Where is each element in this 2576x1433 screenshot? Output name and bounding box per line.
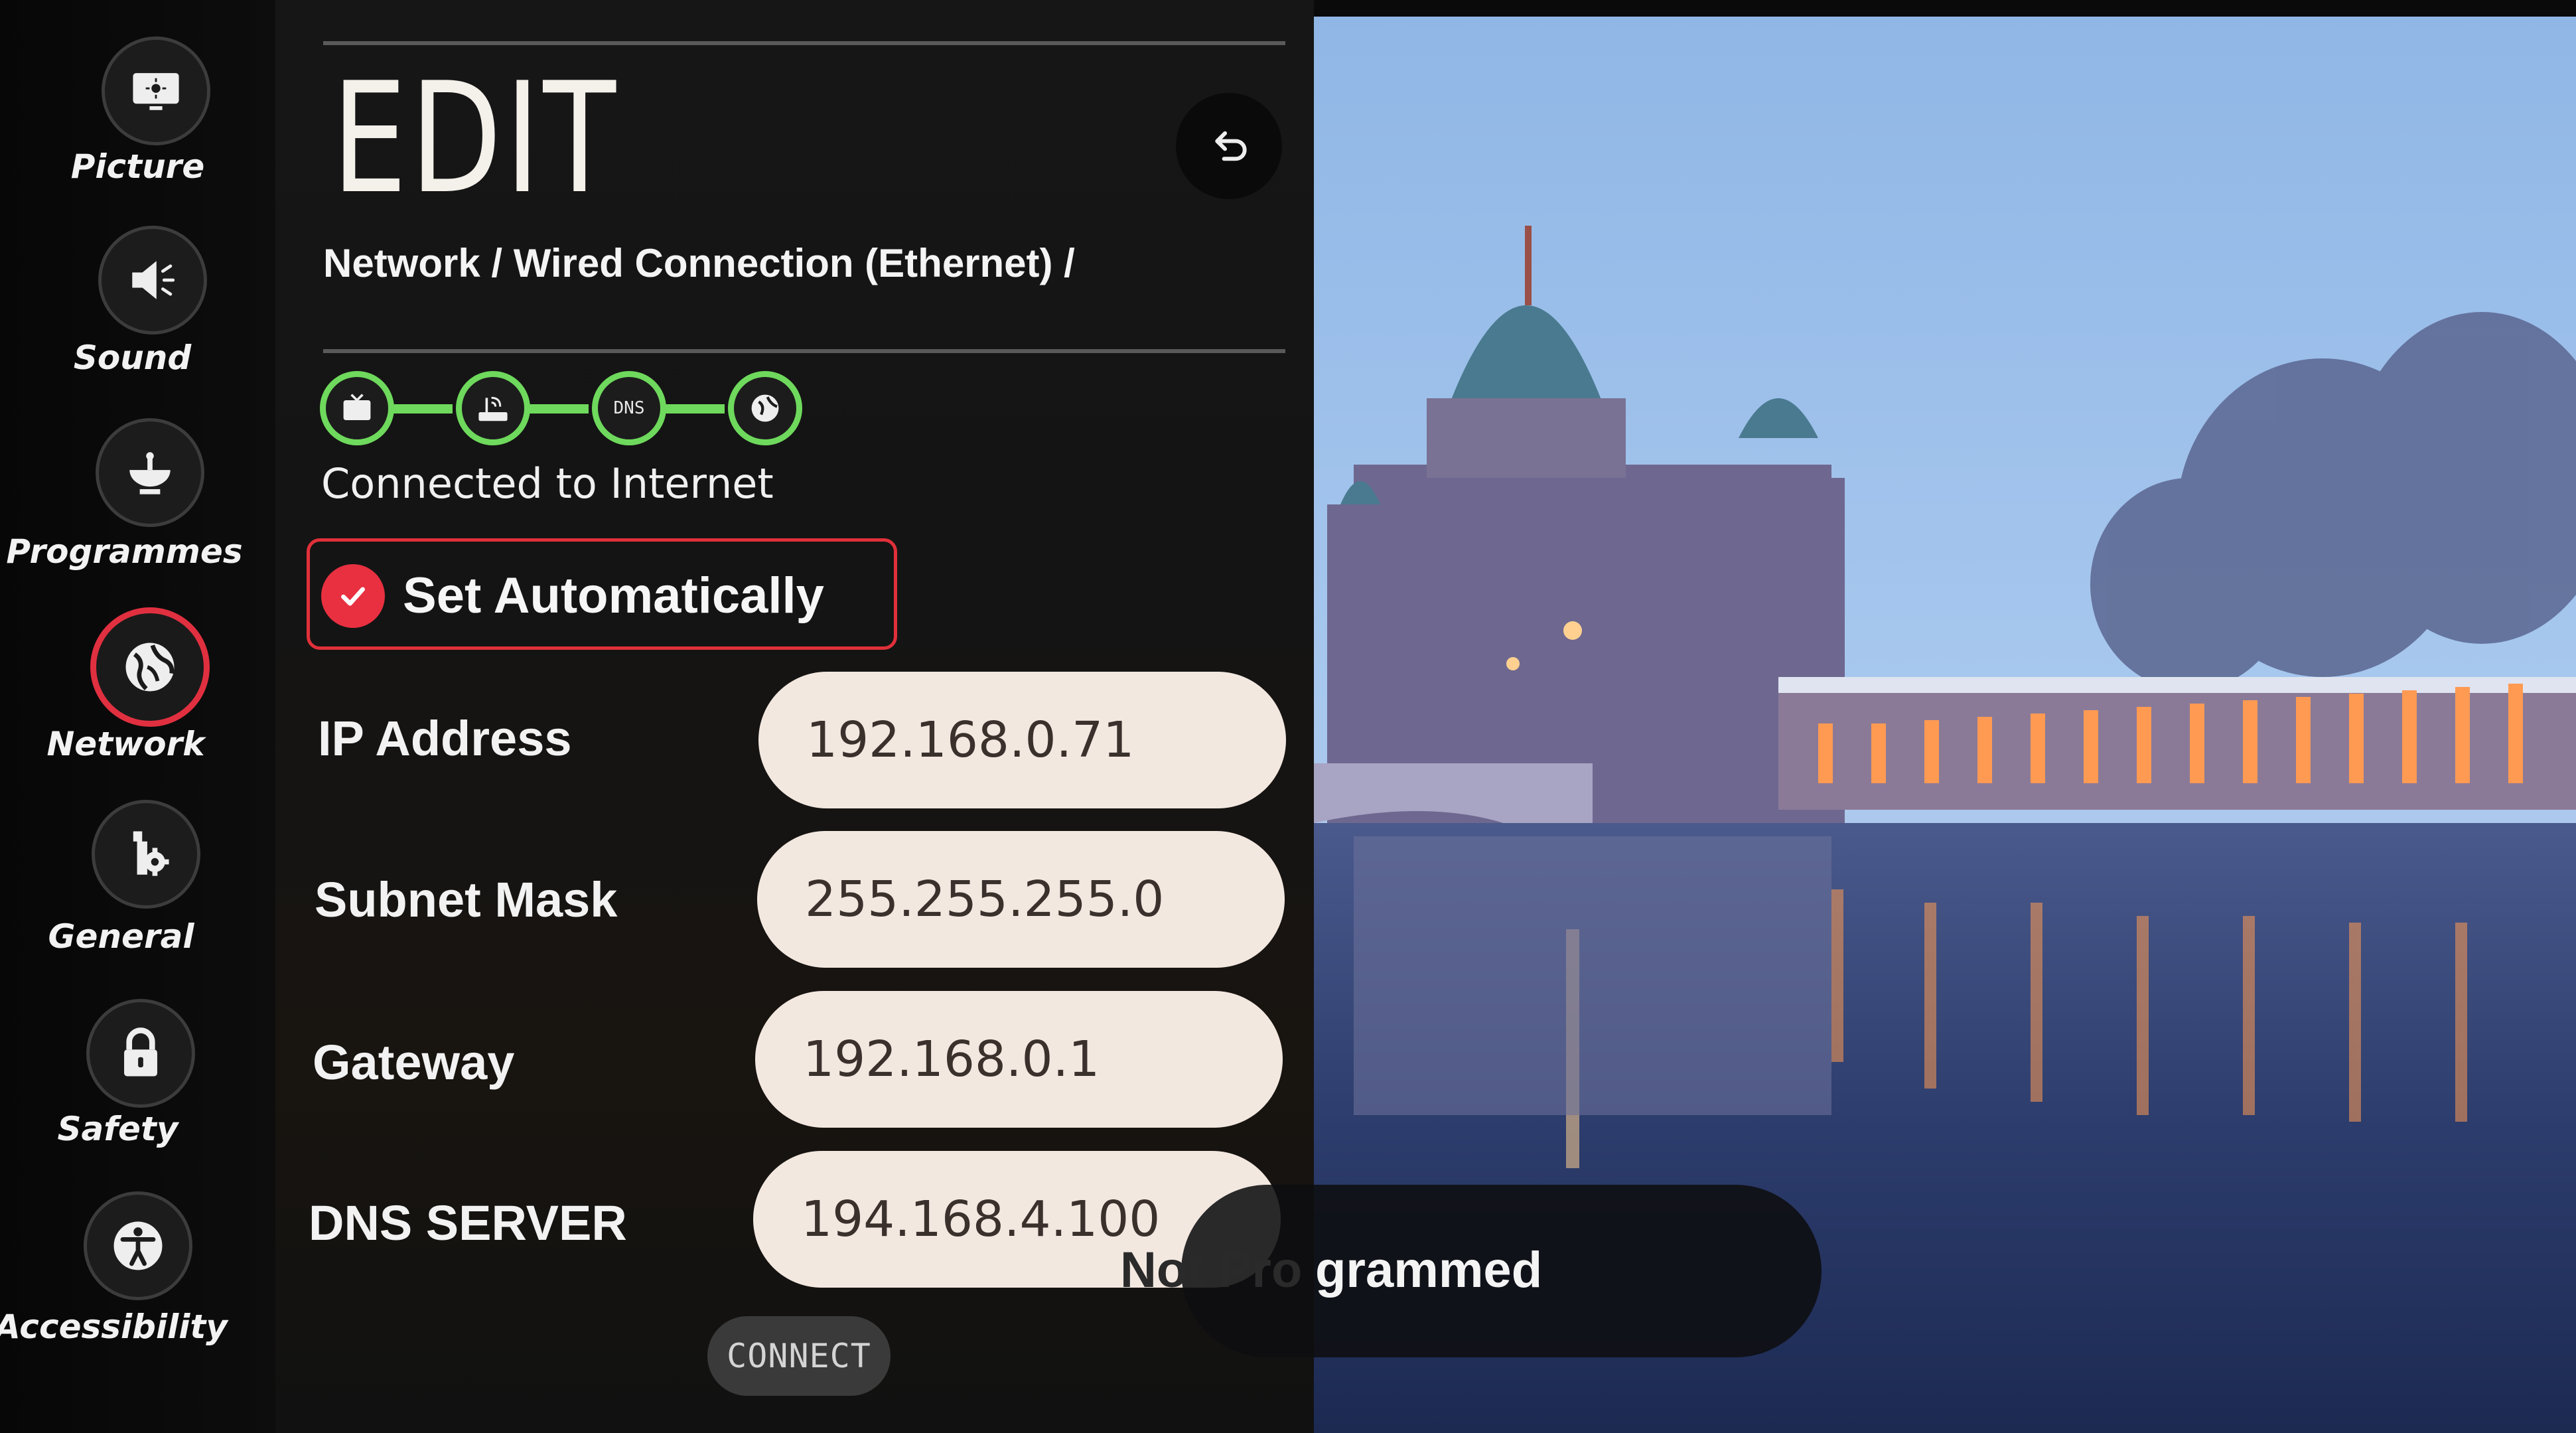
router-icon <box>478 396 508 421</box>
sidebar-item-picture[interactable]: Picture <box>0 0 275 192</box>
section-divider <box>323 349 1285 353</box>
sidebar-item-programmes[interactable]: Programmes <box>0 385 275 577</box>
tv-icon <box>343 394 371 420</box>
status-link <box>528 404 589 414</box>
tv-status-node <box>320 371 394 445</box>
globe-icon <box>90 607 210 727</box>
status-link <box>664 404 725 414</box>
sidebar-item-label: Network <box>46 725 205 763</box>
sidebar-item-accessibility[interactable]: Accessibility <box>0 1155 275 1367</box>
speaker-icon <box>98 226 207 335</box>
set-automatically-label: Set Automatically <box>403 567 824 624</box>
sidebar-item-safety[interactable]: Safety <box>0 962 275 1155</box>
check-icon <box>321 564 385 628</box>
wrench-gear-icon <box>92 800 200 909</box>
sidebar-item-network[interactable]: Network <box>0 577 275 770</box>
toast-text: grammed <box>1315 1242 1543 1298</box>
status-link <box>392 404 453 414</box>
accessibility-person-icon <box>84 1191 192 1300</box>
subnet-mask-label: Subnet Mask <box>315 872 618 927</box>
dns-label: DNS <box>613 398 645 418</box>
gateway-field[interactable]: 192.168.0.1 <box>755 991 1283 1128</box>
ip-address-label: IP Address <box>318 711 572 766</box>
sidebar-item-general[interactable]: General <box>0 770 275 962</box>
sidebar-item-label: Sound <box>73 339 192 377</box>
back-arrow-icon <box>1215 131 1247 161</box>
connect-button[interactable]: CONNECT <box>707 1316 891 1396</box>
lock-icon <box>86 999 195 1108</box>
router-status-node <box>456 371 530 445</box>
toast-text-hidden-part: Not Pro <box>1120 1242 1303 1298</box>
globe-icon <box>751 394 779 422</box>
dns-status-node: DNS <box>592 371 666 445</box>
page-title: EDIT <box>332 50 619 228</box>
internet-status-node <box>728 371 802 445</box>
sidebar-item-label: Accessibility <box>0 1308 228 1346</box>
breadcrumb: Network / Wired Connection (Ethernet) / <box>323 241 1075 285</box>
subnet-mask-field[interactable]: 255.255.255.0 <box>757 831 1285 968</box>
connection-status-text: Connected to Internet <box>321 459 774 508</box>
sidebar-item-label: Safety <box>57 1110 179 1148</box>
settings-sidebar: Picture Sound Programmes Network General… <box>0 0 275 1433</box>
sidebar-item-label: Programmes <box>6 532 243 571</box>
edit-network-panel: EDIT Network / Wired Connection (Etherne… <box>275 0 1314 1433</box>
sidebar-item-label: Picture <box>70 147 205 186</box>
gateway-label: Gateway <box>313 1035 515 1090</box>
satellite-dish-icon <box>96 418 204 527</box>
dns-server-label: DNS SERVER <box>309 1195 627 1250</box>
sidebar-item-label: General <box>48 917 194 956</box>
picture-icon <box>102 37 210 145</box>
sidebar-item-sound[interactable]: Sound <box>0 192 275 385</box>
set-automatically-checkbox[interactable]: Set Automatically <box>307 538 897 650</box>
top-divider <box>323 41 1285 45</box>
back-button[interactable] <box>1176 93 1282 199</box>
ip-address-field[interactable]: 192.168.0.71 <box>758 672 1286 808</box>
